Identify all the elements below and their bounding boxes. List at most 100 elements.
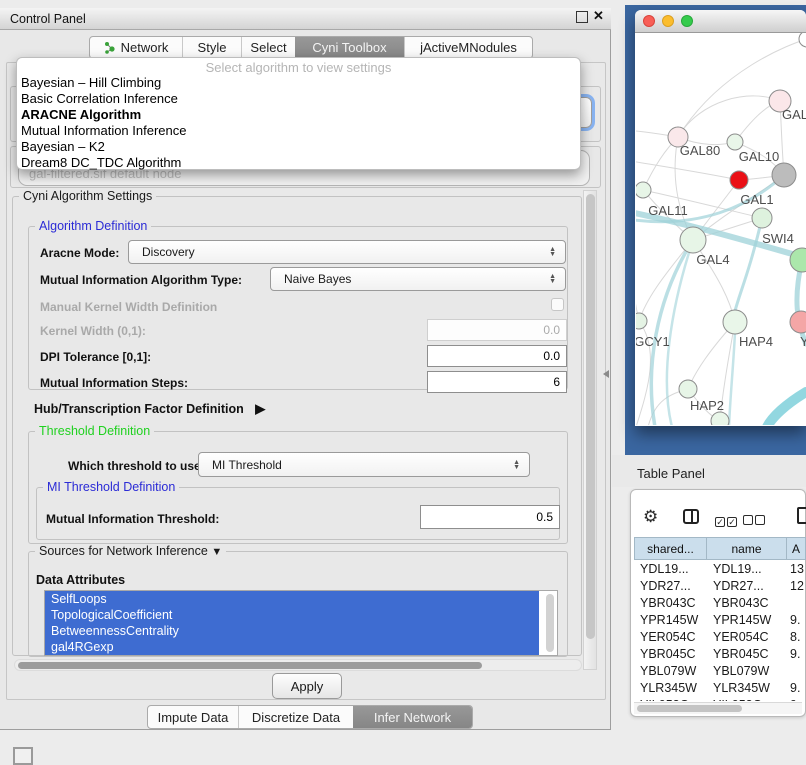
table-row[interactable]: YBL079WYBL079W (634, 663, 806, 680)
control-panel-titlebar[interactable] (0, 8, 611, 30)
new-table-icon[interactable] (797, 507, 806, 524)
aracne-mode-combo[interactable]: Discovery ▲▼ (128, 240, 566, 264)
attributes-vscroll-thumb[interactable] (546, 594, 554, 652)
aracne-mode-label: Aracne Mode: (40, 246, 119, 260)
table-row[interactable]: YIL052CYIL052C9. (634, 697, 806, 701)
node-gray[interactable] (772, 163, 796, 187)
settings-vscroll-thumb[interactable] (586, 194, 595, 639)
table-cell: 12 (787, 578, 806, 595)
close-icon[interactable]: ✕ (593, 8, 604, 24)
minimized-panel-icon[interactable] (13, 747, 33, 765)
table-row[interactable]: YDL19...YDL19...13 (634, 561, 806, 578)
bottom-tab-bar: Impute DataDiscretize DataInfer Network (147, 705, 473, 729)
node-HAP2[interactable] (679, 380, 697, 398)
minimize-traffic-light-icon[interactable] (662, 15, 674, 27)
table-row[interactable]: YDR27...YDR27...12 (634, 578, 806, 595)
tab-network[interactable]: Network (90, 37, 182, 58)
aracne-mode-value: Discovery (142, 245, 195, 259)
node-SWI4[interactable] (752, 208, 772, 228)
table-column-header[interactable]: shared... (634, 537, 707, 560)
tab-cyni-toolbox[interactable]: Cyni Toolbox (295, 37, 404, 58)
tab-jactivemnodules[interactable]: jActiveMNodules (404, 37, 532, 58)
algorithm-option[interactable]: Bayesian – Hill Climbing (17, 75, 580, 91)
node-GAL11[interactable] (636, 182, 651, 198)
algorithm-option[interactable]: Mutual Information Inference (17, 123, 580, 139)
settings-hscrollbar[interactable] (14, 659, 582, 671)
mi-type-combo[interactable]: Naive Bayes ▲▼ (270, 267, 566, 291)
node-GAL1-red[interactable] (730, 171, 748, 189)
tab-discretize-data[interactable]: Discretize Data (238, 706, 353, 728)
dpi-tolerance-field[interactable] (427, 345, 567, 367)
algorithm-dropdown-popup: Select algorithm to view settings Bayesi… (16, 57, 581, 170)
deselect-all-icon[interactable] (743, 512, 765, 530)
node-label-SWI4: SWI4 (762, 231, 794, 246)
tab-select[interactable]: Select (241, 37, 295, 58)
node-top-edge[interactable] (799, 33, 806, 47)
table-row[interactable]: YBR045CYBR045C9. (634, 646, 806, 663)
apply-button[interactable]: Apply (272, 673, 342, 699)
table-cell: 9. (787, 612, 806, 629)
table-row[interactable]: YER054CYER054C8. (634, 629, 806, 646)
table-cell: YLR345W (707, 680, 787, 697)
column-layout-icon[interactable] (683, 509, 699, 524)
table-column-header[interactable]: name (707, 537, 787, 560)
hub-definition-label: Hub/Transcription Factor Definition (34, 402, 244, 416)
table-cell: YDR27... (634, 578, 707, 595)
node-label-GAL80: GAL80 (680, 143, 720, 158)
mi-steps-field[interactable] (427, 371, 567, 393)
select-all-icon[interactable]: ✓✓ (715, 512, 737, 530)
table-row[interactable]: YLR345WYLR345W9. (634, 680, 806, 697)
dpi-tolerance-label: DPI Tolerance [0,1]: (40, 350, 151, 364)
table-column-header[interactable]: A (787, 537, 806, 560)
node-label-GAL4: GAL4 (696, 252, 729, 267)
float-icon[interactable] (576, 11, 588, 23)
node-GCY1[interactable] (636, 313, 647, 329)
table-row[interactable]: YPR145WYPR145W9. (634, 612, 806, 629)
settings-vscrollbar[interactable] (583, 190, 597, 670)
close-traffic-light-icon[interactable] (643, 15, 655, 27)
network-window-titlebar[interactable] (635, 10, 806, 33)
node-GAL4[interactable] (680, 227, 706, 253)
splitter-collapse-icon[interactable] (603, 370, 609, 378)
algorithm-option[interactable]: Bayesian – K2 (17, 139, 580, 155)
gear-icon[interactable]: ⚙ (643, 507, 658, 527)
table-cell: YER054C (707, 629, 787, 646)
network-canvas[interactable]: GALGAL80GAL10GAL11GAL1SWI4GAL4GCY1HAP4YH… (636, 33, 806, 425)
attribute-list-item[interactable]: SelfLoops (45, 591, 539, 607)
attribute-list-item[interactable]: BetweennessCentrality (45, 623, 539, 639)
attribute-list-item[interactable]: TopologicalCoefficient (45, 607, 539, 623)
sources-group-title[interactable]: Sources for Network Inference ▼ (35, 544, 226, 558)
manual-kernel-checkbox[interactable] (551, 298, 564, 311)
node-HAP4[interactable] (723, 310, 747, 334)
algorithm-option[interactable]: Basic Correlation Inference (17, 91, 580, 107)
mi-type-value: Naive Bayes (284, 272, 351, 286)
mi-threshold-field[interactable] (420, 505, 560, 529)
tab-style[interactable]: Style (182, 37, 241, 58)
attribute-list-item[interactable]: gal4RGexp (45, 639, 539, 655)
algorithm-option[interactable]: Dream8 DC_TDC Algorithm (17, 155, 580, 171)
algorithm-option[interactable]: ARACNE Algorithm (17, 107, 580, 123)
mi-type-label: Mutual Information Algorithm Type: (40, 273, 242, 287)
node-label-GAL: GAL (782, 107, 806, 122)
algorithm-dropdown-placeholder: Select algorithm to view settings (17, 58, 580, 75)
table-hscrollbar[interactable] (634, 702, 802, 714)
node-GAL10[interactable] (727, 134, 743, 150)
kernel-width-label: Kernel Width (0,1): (40, 324, 146, 338)
apply-button-label: Apply (291, 679, 324, 694)
tab-infer-network[interactable]: Infer Network (353, 706, 472, 728)
node-label-HAP2: HAP2 (690, 398, 724, 413)
kernel-width-field[interactable] (427, 319, 567, 341)
hub-definition-expander[interactable]: Hub/Transcription Factor Definition ▶ (34, 401, 265, 417)
which-threshold-combo[interactable]: MI Threshold ▲▼ (198, 452, 530, 477)
settings-hscroll-thumb[interactable] (18, 662, 482, 669)
table-hscroll-thumb[interactable] (637, 705, 742, 712)
table-cell: 9. (787, 646, 806, 663)
tab-impute-data[interactable]: Impute Data (148, 706, 238, 728)
algorithm-definition-title: Algorithm Definition (35, 219, 151, 233)
table-cell: YER054C (634, 629, 707, 646)
data-attributes-list: SelfLoopsTopologicalCoefficientBetweenne… (44, 590, 558, 656)
zoom-traffic-light-icon[interactable] (681, 15, 693, 27)
table-row[interactable]: YBR043CYBR043C (634, 595, 806, 612)
node-pink-right[interactable] (790, 311, 806, 333)
node-bottom-green[interactable] (711, 412, 729, 425)
